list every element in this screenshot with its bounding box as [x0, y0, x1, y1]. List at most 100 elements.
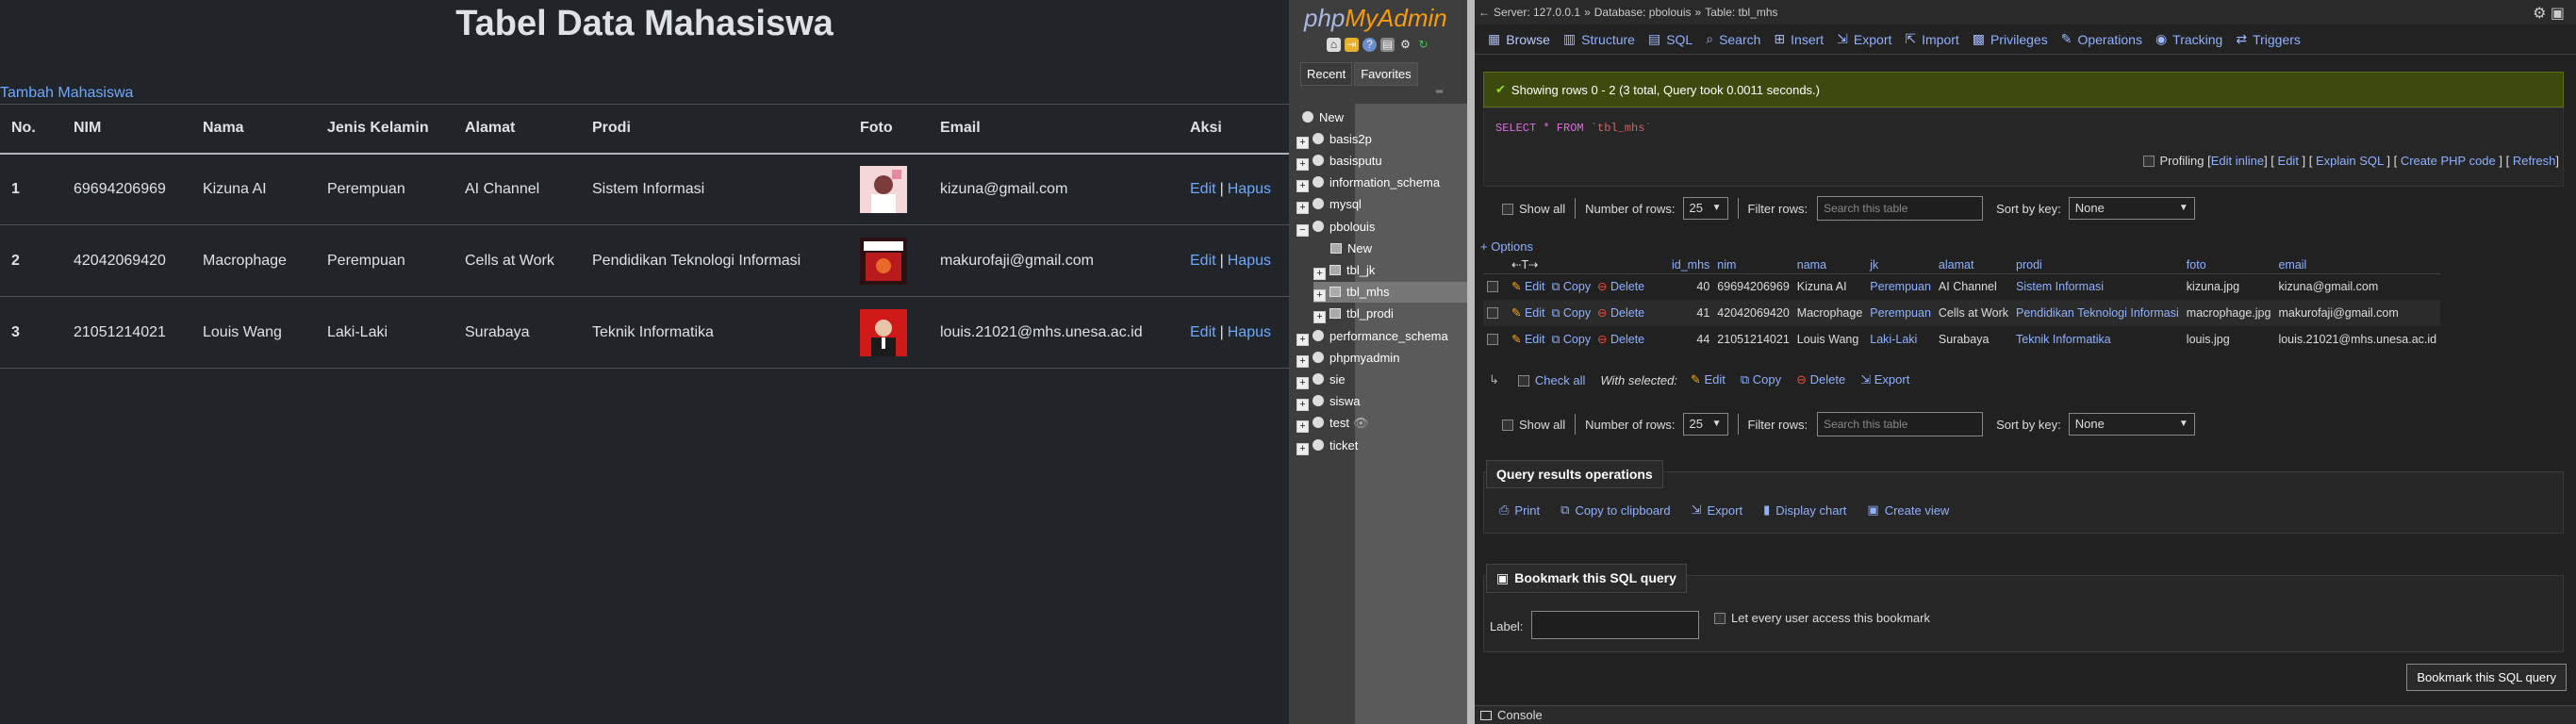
- expand-icon[interactable]: +: [1313, 311, 1326, 323]
- console-bar[interactable]: Console: [1475, 705, 2576, 724]
- cell-nim[interactable]: 42042069420: [1713, 300, 1793, 326]
- bookmark-button[interactable]: Bookmark this SQL query: [2406, 664, 2567, 691]
- check-all-checkbox[interactable]: Check all: [1517, 373, 1585, 387]
- edit-inline-link[interactable]: Edit inline: [2211, 154, 2264, 168]
- col-alamat[interactable]: alamat: [1934, 256, 2012, 274]
- collapse-icon[interactable]: −: [1296, 224, 1309, 237]
- row-copy-button[interactable]: ⧉ Copy: [1551, 306, 1591, 320]
- explain-sql-link[interactable]: Explain SQL: [2316, 154, 2384, 168]
- row-checkbox[interactable]: [1483, 273, 1508, 300]
- display-chart-link[interactable]: ▮ Display chart: [1763, 502, 1846, 518]
- cell-foto[interactable]: kizuna.jpg: [2183, 273, 2275, 300]
- docs-icon[interactable]: ▤: [1380, 38, 1395, 52]
- filter-rows-input[interactable]: Search this table: [1817, 196, 1984, 221]
- cell-id[interactable]: 41: [1668, 300, 1714, 326]
- tree-item-new-table[interactable]: New: [1330, 239, 1372, 259]
- col-foto[interactable]: foto: [2182, 256, 2275, 274]
- edit-link[interactable]: Edit: [1190, 253, 1216, 269]
- bulk-edit-button[interactable]: ✎ Edit: [1691, 372, 1726, 387]
- tab-search[interactable]: ⌕ Search: [1706, 31, 1760, 47]
- expand-icon[interactable]: +: [1296, 355, 1309, 368]
- bulk-export-button[interactable]: ⇲ Export: [1860, 372, 1909, 387]
- cell-prodi[interactable]: Pendidikan Teknologi Informasi: [2012, 300, 2183, 326]
- breadcrumb-database[interactable]: Database: pbolouis: [1594, 6, 1692, 19]
- cell-foto[interactable]: macrophage.jpg: [2182, 300, 2275, 326]
- settings-gear-icon[interactable]: ⚙: [2533, 6, 2546, 22]
- nav-resize-handle[interactable]: [1467, 0, 1475, 724]
- tab-sql[interactable]: ▤ SQL: [1648, 31, 1693, 47]
- expand-icon[interactable]: +: [1313, 268, 1326, 280]
- show-all-checkbox[interactable]: Show all: [1502, 202, 1565, 216]
- cell-nama[interactable]: Macrophage: [1792, 300, 1867, 326]
- tree-item-sie[interactable]: + sie: [1296, 370, 1346, 390]
- col-email[interactable]: email: [2274, 256, 2441, 274]
- tree-item-information-schema[interactable]: + information_schema: [1296, 173, 1440, 193]
- edit-link[interactable]: Edit: [1190, 324, 1216, 340]
- cell-alamat[interactable]: Cells at Work: [1934, 300, 2012, 326]
- cell-email[interactable]: makurofaji@gmail.com: [2274, 300, 2441, 326]
- sort-key-select[interactable]: None ▼: [2068, 413, 2195, 436]
- tab-triggers[interactable]: ⇄ Triggers: [2236, 31, 2301, 47]
- create-php-link[interactable]: Create PHP code: [2401, 154, 2496, 168]
- row-copy-button[interactable]: ⧉ Copy: [1551, 333, 1591, 346]
- expand-icon[interactable]: +: [1296, 420, 1309, 433]
- tab-import[interactable]: ⇱ Import: [1905, 31, 1958, 47]
- delete-link[interactable]: Hapus: [1228, 324, 1271, 340]
- export-link[interactable]: ⇲ Export: [1692, 502, 1742, 518]
- tab-privileges[interactable]: ▩ Privileges: [1973, 31, 2048, 47]
- tab-export[interactable]: ⇲ Export: [1837, 31, 1891, 47]
- collapse-all-icon[interactable]: ═: [1436, 87, 1443, 97]
- cell-email[interactable]: kizuna@gmail.com: [2274, 273, 2440, 300]
- num-rows-select[interactable]: 25 ▼: [1682, 197, 1728, 220]
- cell-nim[interactable]: 69694206969: [1713, 273, 1792, 300]
- col-nama[interactable]: nama: [1792, 256, 1867, 274]
- profiling-checkbox[interactable]: [2142, 156, 2155, 167]
- cell-nim[interactable]: 21051214021: [1713, 326, 1792, 353]
- tab-insert[interactable]: ⊞ Insert: [1774, 31, 1824, 47]
- col-prodi[interactable]: prodi: [2012, 256, 2183, 274]
- row-delete-button[interactable]: ⊖ Delete: [1597, 280, 1644, 293]
- delete-link[interactable]: Hapus: [1228, 181, 1271, 197]
- cell-email[interactable]: louis.21021@mhs.unesa.ac.id: [2274, 326, 2440, 353]
- col-id-mhs[interactable]: id_mhs: [1668, 256, 1714, 274]
- tree-item-phpmyadmin[interactable]: + phpmyadmin: [1296, 348, 1399, 369]
- edit-link[interactable]: Edit: [1190, 181, 1216, 197]
- tree-item-mysql[interactable]: + mysql: [1296, 194, 1362, 215]
- edit-link[interactable]: Edit: [2278, 154, 2299, 168]
- collapse-topbar-icon[interactable]: ▣: [2551, 6, 2565, 22]
- delete-link[interactable]: Hapus: [1228, 253, 1271, 269]
- show-all-checkbox[interactable]: Show all: [1502, 418, 1565, 432]
- tab-operations[interactable]: ✎ Operations: [2061, 31, 2142, 47]
- row-edit-button[interactable]: ✎ Edit: [1511, 333, 1545, 346]
- column-resize-arrows-icon[interactable]: ⇠T⇢: [1508, 256, 1668, 274]
- help-icon[interactable]: ?: [1362, 38, 1377, 52]
- bulk-copy-button[interactable]: ⧉ Copy: [1741, 372, 1781, 387]
- expand-icon[interactable]: +: [1296, 202, 1309, 214]
- add-student-link[interactable]: Tambah Mahasiswa: [0, 85, 133, 102]
- row-delete-button[interactable]: ⊖ Delete: [1597, 333, 1644, 346]
- tab-recent[interactable]: Recent: [1300, 62, 1353, 86]
- tree-item-basis2p[interactable]: + basis2p: [1296, 129, 1372, 150]
- tree-item-performance-schema[interactable]: + performance_schema: [1296, 326, 1448, 347]
- num-rows-select[interactable]: 25 ▼: [1682, 413, 1728, 436]
- logout-icon[interactable]: ⇥: [1345, 38, 1359, 52]
- tree-item-basisputu[interactable]: + basisputu: [1296, 151, 1382, 172]
- tree-item-tbl-mhs[interactable]: + tbl_mhs: [1313, 282, 1475, 303]
- filter-rows-input[interactable]: Search this table: [1817, 412, 1984, 436]
- expand-icon[interactable]: +: [1296, 180, 1309, 192]
- cell-jk[interactable]: Laki-Laki: [1866, 326, 1935, 353]
- tab-tracking[interactable]: ◉ Tracking: [2155, 31, 2222, 47]
- expand-icon[interactable]: +: [1313, 289, 1326, 302]
- reload-icon[interactable]: ↻: [1416, 38, 1430, 52]
- bookmark-label-input[interactable]: [1531, 611, 1699, 639]
- create-view-link[interactable]: ▣ Create view: [1867, 502, 1949, 518]
- row-checkbox[interactable]: [1483, 326, 1508, 353]
- bulk-delete-button[interactable]: ⊖ Delete: [1796, 372, 1845, 387]
- col-jk[interactable]: jk: [1866, 256, 1935, 274]
- tab-browse[interactable]: ▦ Browse: [1488, 31, 1550, 47]
- expand-icon[interactable]: +: [1296, 377, 1309, 389]
- bookmark-share-checkbox[interactable]: Let every user access this bookmark: [1714, 611, 1930, 625]
- expand-icon[interactable]: +: [1296, 137, 1309, 149]
- cell-jk[interactable]: Perempuan: [1866, 273, 1935, 300]
- pma-logo[interactable]: phpMyAdmin: [1304, 4, 1447, 33]
